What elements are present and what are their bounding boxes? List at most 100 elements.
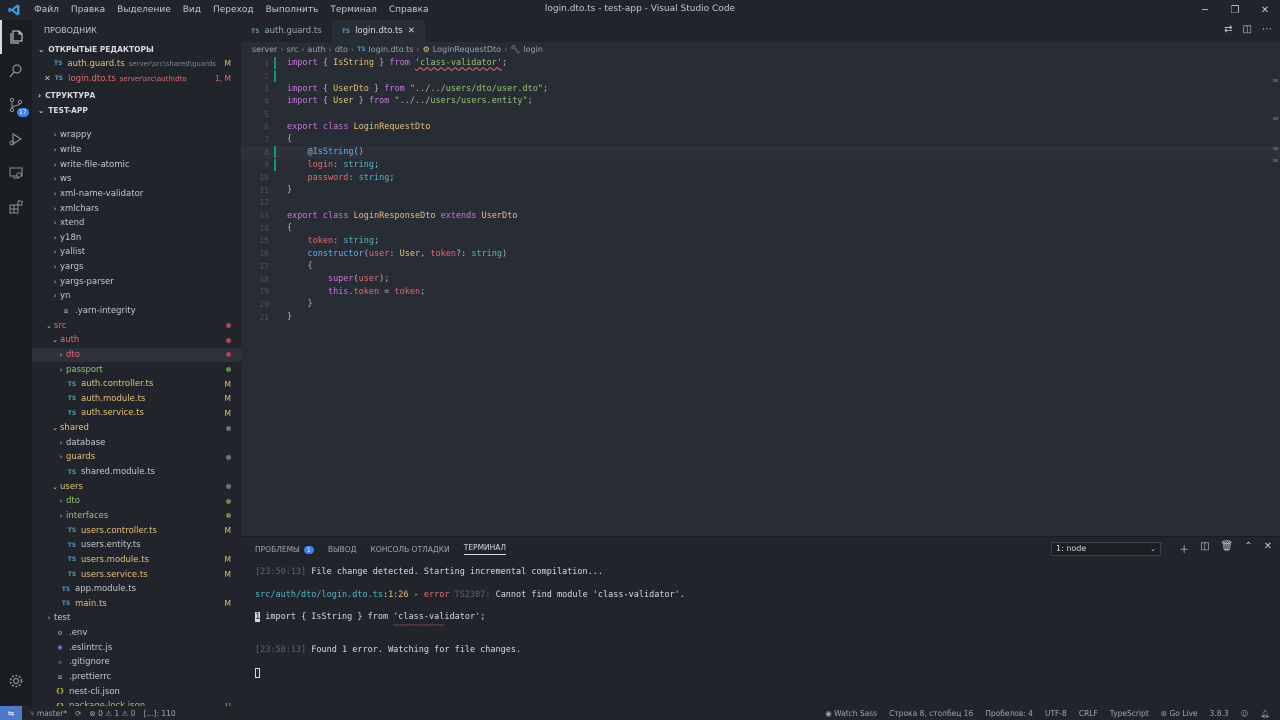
tree-item[interactable]: › database (32, 435, 241, 450)
menu-go[interactable]: Переход (207, 5, 260, 15)
tree-item[interactable]: › wrappy (32, 128, 241, 143)
tree-item[interactable]: › passport (32, 362, 241, 377)
new-terminal-icon[interactable]: ＋ (1179, 541, 1189, 556)
remote-indicator-icon[interactable]: ⇋ (0, 706, 22, 720)
tree-item[interactable]: › yallist (32, 245, 241, 260)
cursor-position[interactable]: Строка 8, столбец 16 (889, 709, 973, 718)
problems-indicator[interactable]: ⊗ 0 ⚠ 1 ⚠ 0 (89, 709, 135, 718)
tree-item[interactable]: › xml-name-validator (32, 187, 241, 202)
bell-icon[interactable]: 🔔︎ (1260, 709, 1270, 718)
encoding[interactable]: UTF-8 (1045, 709, 1067, 718)
tree-item[interactable]: TS users.controller.ts M (32, 523, 241, 538)
tab-output[interactable]: ВЫВОД (328, 545, 357, 554)
split-editor-icon[interactable]: ◫ (1243, 24, 1252, 35)
maximize-panel-icon[interactable]: ⌃ (1244, 541, 1252, 556)
split-terminal-icon[interactable]: ◫ (1200, 541, 1209, 556)
open-editor-item-active[interactable]: ✕ TS login.dto.ts server\src\auth\dto 1,… (32, 72, 241, 87)
tree-item[interactable]: › dto (32, 347, 241, 363)
menu-file[interactable]: Файл (28, 5, 65, 15)
more-actions-icon[interactable]: ⋯ (1262, 24, 1272, 35)
open-editors-header[interactable]: ⌄ ОТКРЫТЫЕ РЕДАКТОРЫ (32, 42, 241, 57)
breadcrumb-item[interactable]: login.dto.ts (369, 45, 414, 54)
menu-edit[interactable]: Правка (65, 5, 111, 15)
close-window-icon[interactable]: ✕ (1250, 0, 1280, 20)
tree-item[interactable]: › test (32, 611, 241, 626)
tree-item[interactable]: › y18n (32, 230, 241, 245)
settings-gear-icon[interactable] (0, 664, 32, 698)
tree-item[interactable]: › yn (32, 289, 241, 304)
breadcrumb-item[interactable]: auth (307, 45, 325, 54)
go-live-button[interactable]: ⊛ Go Live (1161, 709, 1198, 718)
ts-version[interactable]: 3.8.3 (1210, 709, 1229, 718)
line-ending[interactable]: CRLF (1079, 709, 1098, 718)
tree-item[interactable]: › write-file-atomic (32, 157, 241, 172)
open-editor-item[interactable]: TS auth.guard.ts server\src\shared\guard… (32, 57, 241, 72)
tree-item[interactable]: TS auth.service.ts M (32, 406, 241, 421)
tree-item[interactable]: TS auth.controller.ts M (32, 377, 241, 392)
tree-item[interactable]: TS users.service.ts M (32, 567, 241, 582)
tree-item[interactable]: TS auth.module.ts M (32, 392, 241, 407)
breadcrumb-item[interactable]: LoginRequestDto (433, 45, 501, 54)
breadcrumb-item[interactable]: login (523, 45, 543, 54)
tree-item[interactable]: TS main.ts M (32, 597, 241, 612)
search-icon[interactable] (0, 54, 32, 88)
tree-item[interactable]: ⚙ .env (32, 626, 241, 641)
menu-help[interactable]: Справка (383, 5, 435, 15)
run-debug-icon[interactable] (0, 122, 32, 156)
explorer-icon[interactable] (0, 20, 32, 54)
tree-item[interactable]: {}package-lock.jsonU (32, 699, 241, 706)
remote-explorer-icon[interactable] (0, 156, 32, 190)
menu-terminal[interactable]: Терминал (324, 5, 383, 15)
close-editor-icon[interactable]: ✕ (44, 72, 51, 87)
project-header[interactable]: ⌄ TEST-APP (32, 103, 241, 118)
tab-login-dto[interactable]: TS login.dto.ts ✕ (331, 20, 425, 42)
tree-item[interactable]: TS shared.module.ts (32, 465, 241, 480)
tree-item[interactable]: TS app.module.ts (32, 582, 241, 597)
tree-item[interactable]: › yargs (32, 260, 241, 275)
feedback-icon[interactable]: ☺ (1241, 709, 1249, 718)
sync-icon[interactable]: ⟳ (75, 709, 81, 718)
terminal-output[interactable]: [23:50:13] File change detected. Startin… (255, 567, 685, 679)
tree-item[interactable]: ⌄ auth (32, 333, 241, 348)
tree-item[interactable]: › xmlchars (32, 201, 241, 216)
outline-header[interactable]: › СТРУКТУРА (32, 88, 241, 103)
tree-item[interactable]: TS users.module.ts M (32, 553, 241, 568)
minimize-icon[interactable]: ─ (1190, 0, 1220, 20)
branch-indicator[interactable]: ⑂ master* (30, 709, 67, 718)
tree-item[interactable]: ⌄ src (32, 318, 241, 333)
tree-item[interactable]: ⌄ shared (32, 421, 241, 436)
tree-item[interactable]: {} nest-cli.json (32, 684, 241, 699)
breadcrumb-item[interactable]: dto (335, 45, 348, 54)
tab-auth-guard[interactable]: TS auth.guard.ts (241, 20, 332, 42)
watch-sass-button[interactable]: ◉ Watch Sass (825, 709, 877, 718)
tree-item[interactable]: › write (32, 143, 241, 158)
tree-item[interactable]: › dto (32, 494, 241, 509)
tab-debug-console[interactable]: КОНСОЛЬ ОТЛАДКИ (371, 545, 450, 554)
tree-item[interactable]: › guards (32, 450, 241, 465)
tree-item[interactable]: ◉ .eslintrc.js (32, 640, 241, 655)
breadcrumb-item[interactable]: server (252, 45, 277, 54)
language-mode[interactable]: TypeScript (1110, 709, 1149, 718)
tree-item[interactable]: › xtend (32, 216, 241, 231)
minimap[interactable] (1270, 57, 1280, 536)
terminal-select[interactable]: 1: node ⌄ (1051, 542, 1161, 556)
tab-problems[interactable]: ПРОБЛЕМЫ 1 (255, 545, 314, 554)
tab-terminal[interactable]: ТЕРМИНАЛ (463, 543, 507, 555)
menu-selection[interactable]: Выделение (111, 5, 177, 15)
restore-icon[interactable]: ❐ (1220, 0, 1250, 20)
close-tab-icon[interactable]: ✕ (408, 26, 415, 36)
tree-item[interactable]: ⌄ users (32, 479, 241, 494)
tree-item[interactable]: › yargs-parser (32, 274, 241, 289)
selection-indicator[interactable]: [...]: 110 (143, 709, 175, 718)
tree-item[interactable]: › ws (32, 172, 241, 187)
tree-item[interactable]: ≡ .prettierrc (32, 670, 241, 685)
menu-run[interactable]: Выполнить (260, 5, 325, 15)
code-editor[interactable]: 1 import { IsString } from 'class-validat… (241, 57, 1280, 323)
trash-icon[interactable]: 🗑︎ (1221, 541, 1234, 556)
open-changes-icon[interactable]: ⇄ (1224, 24, 1232, 35)
vscode-logo-icon[interactable] (0, 4, 28, 16)
indentation[interactable]: Пробелов: 4 (985, 709, 1033, 718)
tree-item[interactable]: › interfaces (32, 509, 241, 524)
close-panel-icon[interactable]: ✕ (1264, 541, 1272, 556)
source-control-icon[interactable]: 17 (0, 88, 32, 122)
